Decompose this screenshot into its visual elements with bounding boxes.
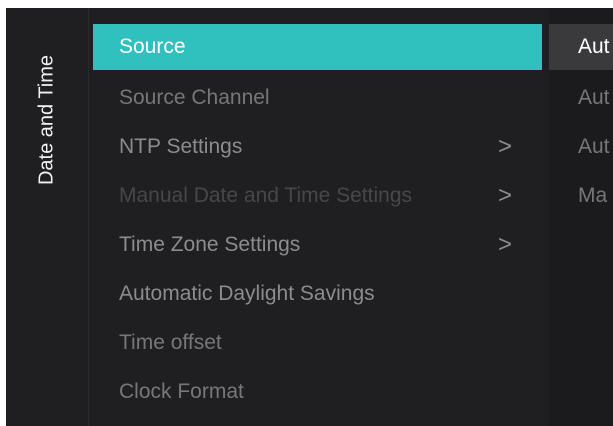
menu-item-manual-date-time[interactable]: Manual Date and Time Settings > xyxy=(93,171,542,220)
chevron-right-icon: > xyxy=(497,132,512,160)
menu-item-time-offset[interactable]: Time offset xyxy=(93,318,542,367)
menu-item-source-channel[interactable]: Source Channel xyxy=(93,73,542,122)
submenu-option[interactable]: Aut xyxy=(549,24,613,70)
settings-menu: Source Source Channel NTP Settings > Man… xyxy=(93,24,542,416)
submenu-option-label: Aut xyxy=(578,35,610,58)
menu-item-automatic-daylight-savings[interactable]: Automatic Daylight Savings xyxy=(93,269,542,318)
submenu-option[interactable]: Aut xyxy=(549,73,613,122)
menu-item-label: Automatic Daylight Savings xyxy=(119,281,375,305)
submenu-panel: Aut Aut Aut Ma xyxy=(549,8,613,426)
menu-item-label: NTP Settings xyxy=(119,134,243,158)
menu-item-label: Source xyxy=(119,35,186,58)
submenu-option-label: Aut xyxy=(578,85,610,109)
chevron-right-icon: > xyxy=(497,181,512,209)
menu-item-label: Clock Format xyxy=(119,379,244,403)
submenu-option[interactable]: Ma xyxy=(549,171,613,220)
menu-item-label: Manual Date and Time Settings xyxy=(119,183,412,207)
menu-item-label: Source Channel xyxy=(119,85,270,109)
menu-item-clock-format[interactable]: Clock Format xyxy=(93,367,542,416)
menu-item-source[interactable]: Source xyxy=(93,24,542,70)
submenu-option-label: Ma xyxy=(578,183,608,207)
submenu-option[interactable]: Aut xyxy=(549,122,613,171)
chevron-right-icon: > xyxy=(497,230,512,258)
panel-title: Date and Time xyxy=(35,54,58,186)
menu-item-label: Time offset xyxy=(119,330,222,354)
menu-item-label: Time Zone Settings xyxy=(119,232,301,256)
menu-item-ntp-settings[interactable]: NTP Settings > xyxy=(93,122,542,171)
side-panel: Date and Time xyxy=(6,8,89,426)
menu-item-time-zone-settings[interactable]: Time Zone Settings > xyxy=(93,220,542,269)
tv-settings-screen: Date and Time Source Source Channel NTP … xyxy=(6,8,613,426)
submenu-option-label: Aut xyxy=(578,134,610,158)
